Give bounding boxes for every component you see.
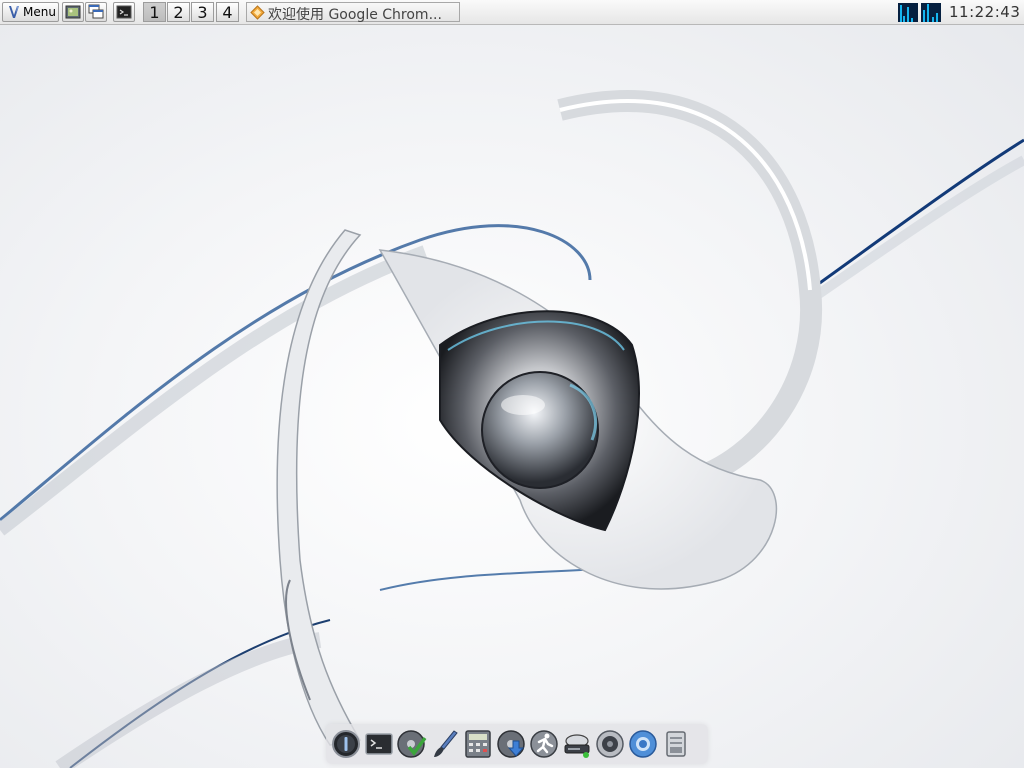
browser-icon <box>629 730 657 758</box>
terminal-icon <box>365 733 393 755</box>
runner-icon <box>530 730 558 758</box>
power-icon <box>332 730 360 758</box>
dock-item-drive[interactable] <box>562 729 592 759</box>
dock-item-calculator[interactable] <box>463 729 493 759</box>
workspace-4[interactable]: 4 <box>216 2 239 22</box>
menu-label: Menu <box>23 5 56 19</box>
dock-item-terminal[interactable] <box>364 729 394 759</box>
terminal-icon <box>116 5 132 19</box>
window-list-icon <box>88 4 104 19</box>
hard-drive-icon <box>564 734 590 758</box>
system-monitor[interactable] <box>898 3 942 22</box>
menu-logo-icon <box>9 6 19 18</box>
workspace-3[interactable]: 3 <box>191 2 214 22</box>
download-disc-icon <box>497 730 525 758</box>
desktop[interactable]: Menu 1 2 3 4 欢迎使用 Google Chrom... 11:22:… <box>0 0 1024 768</box>
dock-item-files[interactable] <box>661 729 691 759</box>
checkmark-disc-icon <box>397 730 427 758</box>
paintbrush-icon <box>434 730 458 757</box>
wallpaper <box>0 90 1024 768</box>
launcher-terminal[interactable] <box>113 2 135 22</box>
document-icon <box>666 731 686 757</box>
memory-monitor-icon <box>921 3 941 22</box>
dock-item-download[interactable] <box>496 729 526 759</box>
launcher-show-desktop[interactable] <box>62 2 84 22</box>
taskbar-item-title: 欢迎使用 Google Chrom... <box>268 7 442 23</box>
dock-item-media[interactable] <box>595 729 625 759</box>
workspace-2[interactable]: 2 <box>167 2 190 22</box>
dock-item-package-manager[interactable] <box>397 729 427 759</box>
taskbar-item-chrome[interactable]: 欢迎使用 Google Chrom... <box>246 2 460 23</box>
dock-item-browser[interactable] <box>628 729 658 759</box>
image-viewer-icon <box>65 5 81 19</box>
chrome-app-icon <box>250 5 265 20</box>
clock[interactable]: 11:22:43 <box>949 3 1020 21</box>
dock-item-paint[interactable] <box>430 729 460 759</box>
launcher-window-switcher[interactable] <box>85 2 107 22</box>
dock <box>326 724 708 764</box>
cpu-monitor-icon <box>898 3 918 22</box>
menu-button[interactable]: Menu <box>2 2 59 22</box>
top-panel: Menu 1 2 3 4 欢迎使用 Google Chrom... 11:22:… <box>0 0 1024 25</box>
calculator-icon <box>465 730 491 758</box>
workspace-1[interactable]: 1 <box>143 2 166 22</box>
speaker-icon <box>596 730 624 758</box>
dock-item-system-monitor[interactable] <box>529 729 559 759</box>
dock-item-power[interactable] <box>331 729 361 759</box>
